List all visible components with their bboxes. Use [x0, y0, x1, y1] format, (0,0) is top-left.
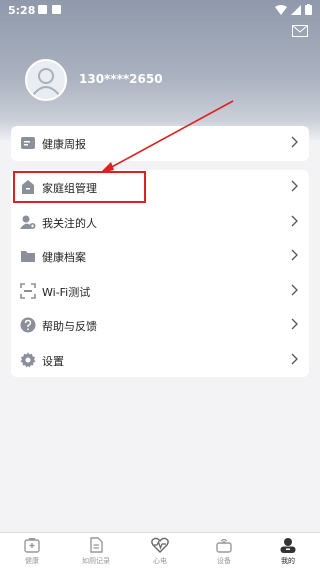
device-icon [216, 538, 232, 553]
report-icon [21, 137, 35, 149]
tab-profile[interactable]: 我的 [256, 533, 320, 569]
help-icon [20, 317, 36, 333]
menu-item-label: Wi-Fi测试 [42, 285, 91, 299]
avatar[interactable] [25, 59, 67, 101]
scan-icon [20, 282, 36, 299]
menu-item-label: 我关注的人 [42, 216, 97, 230]
tab-label: 心电 [153, 557, 167, 565]
chevron-right-icon [291, 284, 298, 295]
menu-item-label: 健康档案 [42, 251, 86, 264]
weekly-report-card: 健康周报 [11, 126, 309, 161]
profile-icon [280, 538, 296, 553]
tab-device[interactable]: 设备 [192, 533, 256, 569]
status-time: 5:28 [8, 4, 36, 17]
menu-item-help-feedback[interactable]: 帮助与反馈 [11, 308, 309, 343]
battery-icon [305, 4, 312, 15]
menu-item-label: 健康周报 [42, 138, 86, 151]
chevron-right-icon [291, 249, 298, 261]
tab-label: 如厕记录 [82, 557, 110, 565]
tab-records[interactable]: 如厕记录 [64, 533, 128, 569]
tab-ecg[interactable]: 心电 [128, 533, 192, 569]
menu-item-settings[interactable]: 设置 [11, 343, 309, 378]
chevron-right-icon [291, 180, 298, 192]
signal-icon [291, 4, 301, 15]
mail-icon[interactable] [292, 25, 308, 37]
record-icon [90, 537, 103, 553]
wifi-icon [275, 4, 287, 15]
tab-health[interactable]: 健康 [0, 533, 64, 569]
chevron-right-icon [291, 318, 298, 330]
user-avatar-icon [32, 68, 60, 96]
username[interactable]: 130****2650 [79, 72, 163, 86]
menu-item-label: 帮助与反馈 [42, 320, 97, 333]
menu-item-followed-people[interactable]: 我关注的人 [11, 205, 309, 240]
followed-people-icon [20, 215, 36, 229]
status-bar: 5:28 [0, 0, 320, 22]
highlight-box [13, 171, 146, 203]
notification-icon-2 [52, 5, 61, 14]
tab-label: 设备 [217, 557, 231, 565]
menu-item-health-records[interactable]: 健康档案 [11, 239, 309, 274]
folder-icon [21, 251, 35, 262]
bottom-tab-bar: 健康 如厕记录 心电 设备 我的 [0, 532, 320, 569]
tab-label: 我的 [281, 557, 295, 565]
health-icon [24, 538, 40, 553]
tab-label: 健康 [25, 557, 39, 565]
ecg-icon [151, 537, 169, 553]
chevron-right-icon [291, 353, 298, 364]
chevron-right-icon [291, 136, 298, 148]
menu-item-label: 设置 [42, 354, 64, 368]
menu-item-weekly-report[interactable]: 健康周报 [11, 126, 309, 161]
notification-icon [38, 5, 47, 14]
menu-item-wifi-test[interactable]: Wi-Fi测试 [11, 274, 309, 309]
chevron-right-icon [291, 215, 298, 226]
gear-icon [20, 352, 36, 367]
